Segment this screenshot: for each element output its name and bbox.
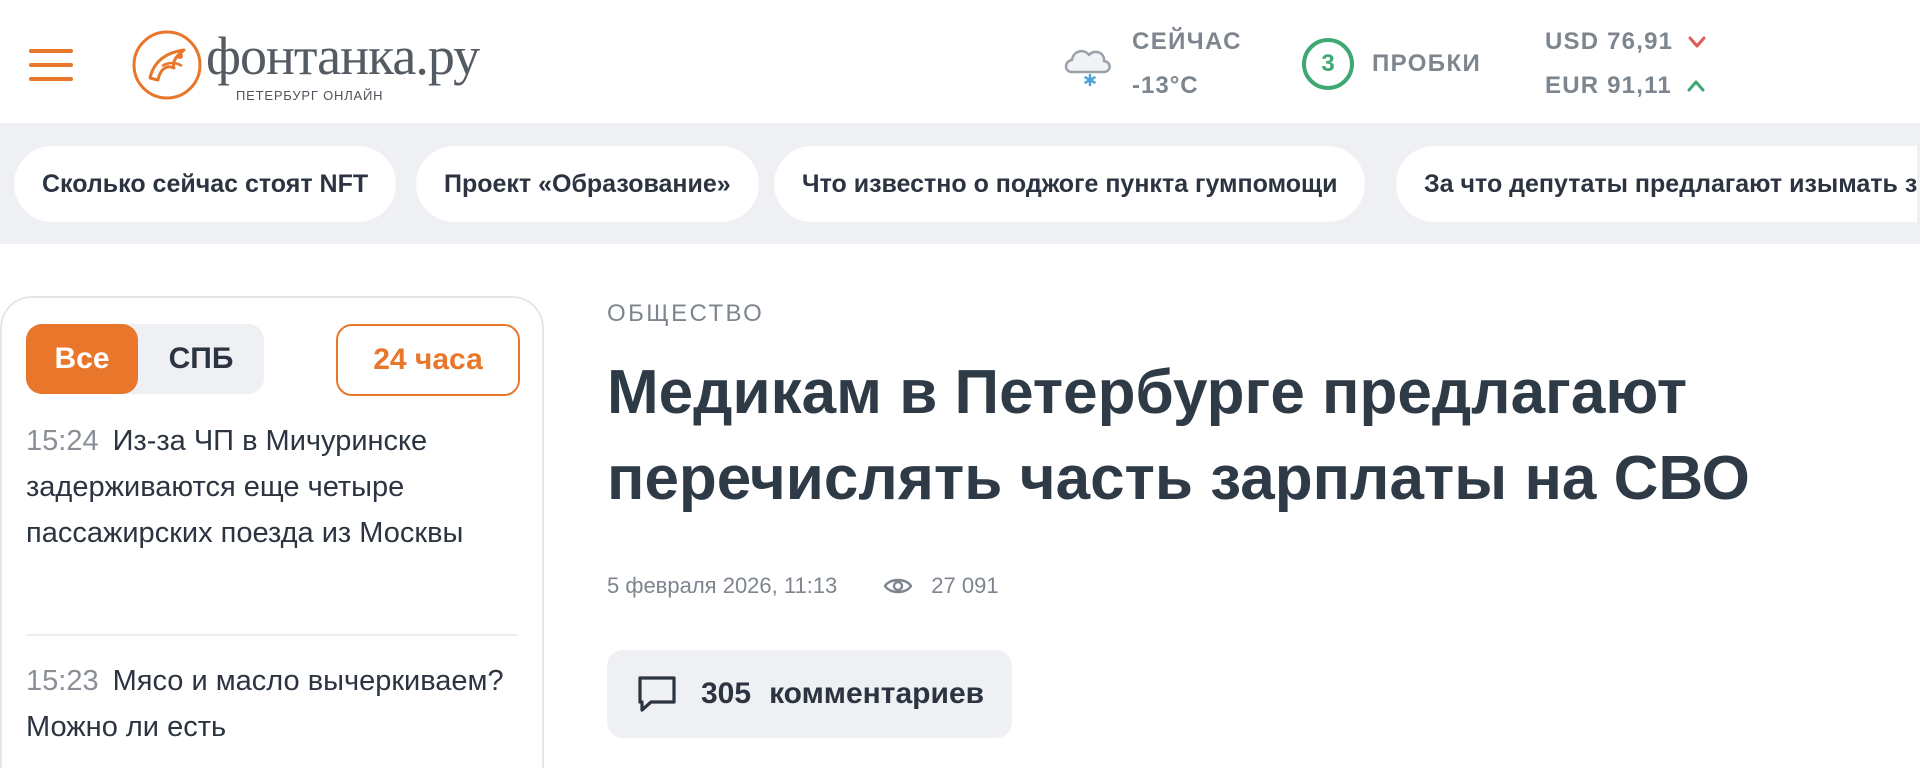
- tab-spb[interactable]: СПБ: [138, 324, 264, 394]
- trending-topic[interactable]: Проект «Образование»: [416, 146, 759, 222]
- news-time: 15:24: [26, 425, 99, 457]
- chevron-up-icon: [1687, 80, 1705, 92]
- period-24h-button[interactable]: 24 часа: [336, 324, 520, 396]
- divider: [26, 634, 518, 636]
- chevron-down-icon: [1688, 36, 1706, 48]
- article-headline: Медикам в Петербурге предлагают перечисл…: [607, 358, 1750, 513]
- article-meta: 5 февраля 2026, 11:13 27 091: [607, 566, 999, 606]
- news-time: 15:23: [26, 665, 99, 697]
- article: ОБЩЕСТВО Медикам в Петербурге предлагают…: [607, 290, 1907, 768]
- list-item[interactable]: 15:23 Мясо и масло вычеркиваем? Можно ли …: [26, 658, 518, 750]
- article-date: 5 февраля 2026, 11:13: [607, 573, 838, 598]
- article-views: 27 091: [931, 573, 999, 598]
- logo-name: фонтанка.ру: [206, 26, 480, 86]
- article-rubric[interactable]: ОБЩЕСТВО: [607, 300, 764, 328]
- feed-tabs: Все СПБ: [26, 324, 264, 394]
- comments-count: 305: [701, 677, 752, 710]
- currency-usd: USD 76,91: [1545, 28, 1707, 56]
- weather-label: СЕЙЧАС: [1132, 28, 1242, 55]
- trending-topics-bar: Сколько сейчас стоят NFT Проект «Образов…: [0, 124, 1920, 244]
- comments-button[interactable]: 305 комментариев: [607, 650, 1013, 738]
- comments-label: комментариев: [769, 677, 985, 710]
- trending-topic[interactable]: За что депутаты предлагают изымать з: [1396, 146, 1918, 222]
- tab-all[interactable]: Все: [26, 324, 138, 394]
- weather-widget[interactable]: СЕЙЧАС -13°C: [1060, 22, 1260, 104]
- site-logo[interactable]: фонтанка.ру ПЕТЕРБУРГ ОНЛАЙН: [128, 22, 488, 106]
- comment-icon: [638, 676, 676, 712]
- list-item[interactable]: 15:24 Из-за ЧП в Мичуринске задерживаются…: [26, 418, 518, 556]
- traffic-level-badge: 3: [1302, 38, 1354, 90]
- currency-eur: EUR 91,11: [1545, 72, 1706, 100]
- site-header: фонтанка.ру ПЕТЕРБУРГ ОНЛАЙН СЕЙЧАС -13°…: [0, 0, 1920, 124]
- cloud-snow-icon: [1064, 49, 1111, 87]
- traffic-widget[interactable]: 3 ПРОБКИ: [1302, 38, 1481, 90]
- logo-emblem-icon: [132, 30, 202, 100]
- weather-temperature: -13°C: [1132, 72, 1199, 99]
- trending-topic[interactable]: Сколько сейчас стоят NFT: [14, 146, 397, 222]
- eye-icon: [884, 578, 913, 594]
- currency-widget[interactable]: USD 76,91 EUR 91,11: [1545, 22, 1765, 112]
- menu-icon[interactable]: [29, 49, 73, 81]
- news-feed: Все СПБ 24 часа 15:24 Из-за ЧП в Мичуринс…: [0, 296, 544, 768]
- trending-topic[interactable]: Что известно о поджоге пункта гумпомощи: [774, 146, 1366, 222]
- logo-subtitle: ПЕТЕРБУРГ ОНЛАЙН: [236, 88, 384, 103]
- currency-usd-value: USD 76,91: [1545, 28, 1674, 55]
- traffic-label: ПРОБКИ: [1372, 50, 1482, 77]
- currency-eur-value: EUR 91,11: [1545, 72, 1672, 99]
